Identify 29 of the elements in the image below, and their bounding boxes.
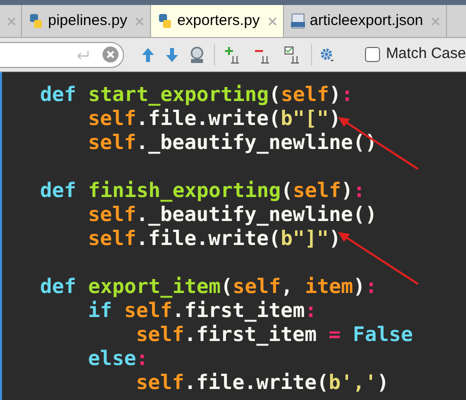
- match-case-label: Match Case: [386, 44, 466, 64]
- code-line: def export_item(self, item):: [40, 274, 378, 298]
- editor-tab[interactable]: exporters.py: [151, 5, 284, 37]
- close-icon[interactable]: [135, 16, 144, 26]
- json-file-icon: [290, 13, 306, 29]
- clear-icon[interactable]: [102, 46, 119, 63]
- close-icon[interactable]: [268, 16, 277, 26]
- close-icon[interactable]: [7, 16, 16, 26]
- code-line: self.file.write(b"["): [88, 106, 342, 130]
- enter-icon: [76, 50, 90, 60]
- code-line: self.file.write(b"]"): [88, 226, 342, 250]
- settings-icon[interactable]: [320, 46, 335, 64]
- code-line: def finish_exporting(self):: [40, 178, 366, 202]
- close-icon[interactable]: [431, 16, 440, 26]
- add-occurrence-icon[interactable]: [224, 46, 242, 64]
- code-line: self.file.write(b','): [136, 370, 390, 394]
- python-file-icon: [157, 13, 174, 29]
- python-file-icon: [28, 13, 44, 29]
- match-case-checkbox[interactable]: [364, 47, 380, 62]
- code-line: self._beautify_newline(): [88, 130, 378, 154]
- arrow-down-icon[interactable]: [164, 46, 179, 62]
- code-line: def start_exporting(self):: [40, 82, 354, 106]
- select-occurrences-icon[interactable]: [284, 46, 302, 64]
- search-field[interactable]: [0, 42, 124, 68]
- arrow-up-icon[interactable]: [140, 46, 155, 62]
- code-line: self._beautify_newline(): [88, 202, 378, 226]
- code-line: self.first_item = False: [136, 322, 414, 346]
- code-line: if self.first_item:: [88, 298, 318, 322]
- code-line: else:: [88, 346, 150, 370]
